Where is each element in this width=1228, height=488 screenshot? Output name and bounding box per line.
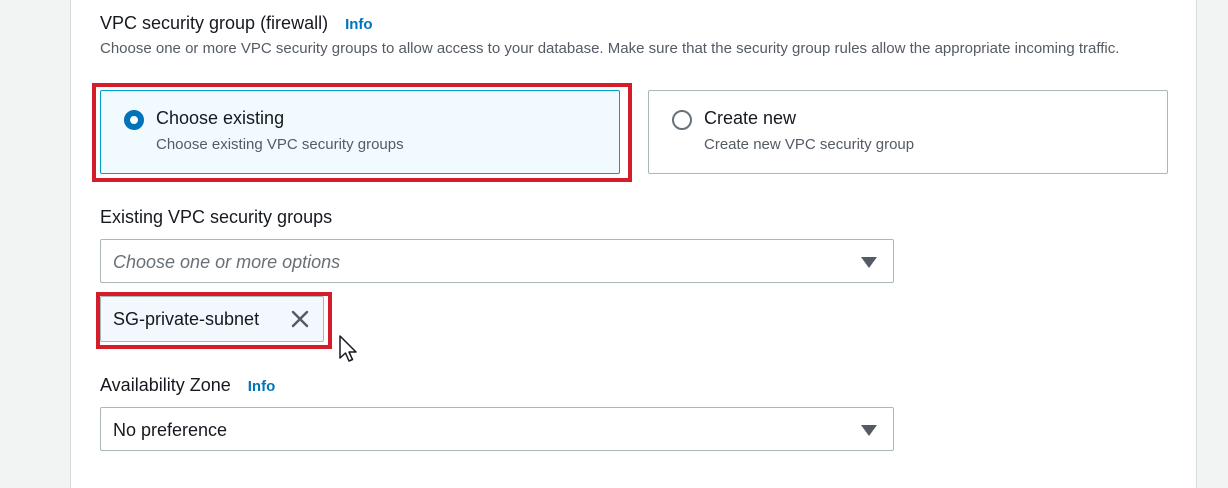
existing-groups-label: Existing VPC security groups <box>100 207 333 227</box>
create-new-radio[interactable] <box>672 110 692 130</box>
caret-down-icon <box>861 425 877 436</box>
choose-existing-radio[interactable] <box>124 110 144 130</box>
selected-token: SG-private-subnet <box>100 296 324 342</box>
choose-existing-subtitle: Choose existing VPC security groups <box>156 136 404 153</box>
existing-groups-placeholder: Choose one or more options <box>113 252 341 272</box>
existing-groups-select[interactable]: Choose one or more options <box>100 239 894 283</box>
token-label: SG-private-subnet <box>113 309 260 329</box>
choose-existing-title: Choose existing <box>156 108 285 128</box>
close-icon[interactable] <box>289 308 311 330</box>
vpc-security-group-description: Choose one or more VPC security groups t… <box>100 40 1120 57</box>
mouse-cursor-icon <box>339 335 357 362</box>
availability-zone-info-link[interactable]: Info <box>248 378 276 395</box>
vpc-security-group-info-link[interactable]: Info <box>345 16 373 33</box>
availability-zone-label: Availability Zone Info <box>100 375 276 395</box>
availability-zone-select[interactable]: No preference <box>100 407 894 451</box>
vpc-security-group-label: VPC security group (firewall) Info <box>100 13 373 33</box>
create-new-tile[interactable]: Create new Create new VPC security group <box>648 90 1168 174</box>
create-new-title: Create new <box>704 108 797 128</box>
create-new-subtitle: Create new VPC security group <box>704 136 915 153</box>
caret-down-icon <box>861 257 877 268</box>
choose-existing-tile[interactable]: Choose existing Choose existing VPC secu… <box>100 90 620 174</box>
availability-zone-value: No preference <box>113 420 228 440</box>
